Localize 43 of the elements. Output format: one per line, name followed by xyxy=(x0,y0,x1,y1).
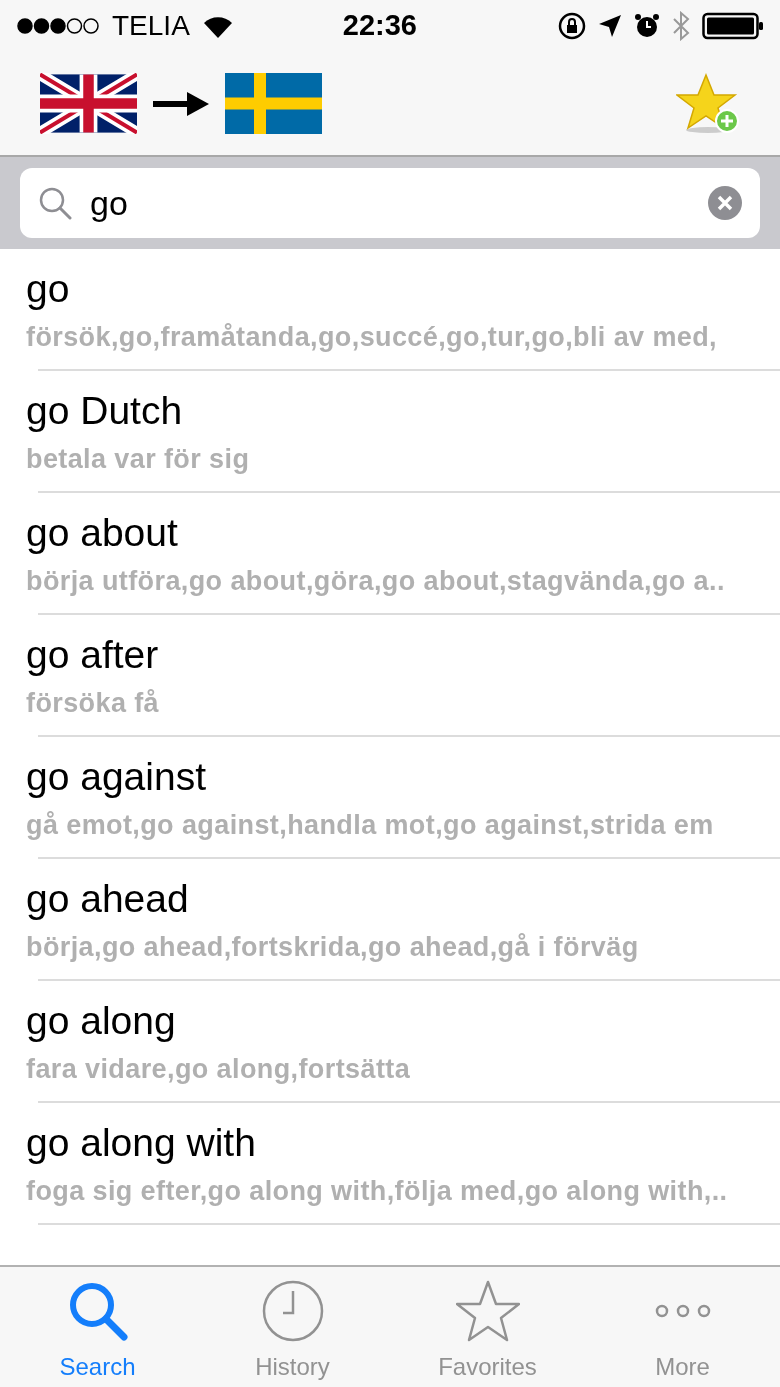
result-translation: börja,go ahead,fortskrida,go ahead,gå i förväg xyxy=(26,931,639,963)
search-icon xyxy=(38,186,72,220)
more-icon xyxy=(654,1304,711,1318)
search-field[interactable]: go xyxy=(20,168,760,238)
result-row[interactable]: go ahead börja,go ahead,fortskrida,go ahead,gå i förväg xyxy=(0,859,780,981)
result-row[interactable]: go along fara vidare,go along,fortsätta xyxy=(0,981,780,1103)
result-row[interactable]: go along with foga sig efter,go along with,följa med,go along with,.. xyxy=(0,1103,780,1225)
result-word: go about xyxy=(26,511,178,555)
arrow-icon xyxy=(153,91,209,116)
result-row[interactable]: go after försöka få xyxy=(0,615,780,737)
carrier-name: TELIA xyxy=(112,9,190,43)
result-translation: börja utföra,go about,göra,go about,stagvända,go a.. xyxy=(26,565,725,597)
result-word: go along with xyxy=(26,1121,256,1165)
result-word: go Dutch xyxy=(26,389,183,433)
result-translation: fara vidare,go along,fortsätta xyxy=(26,1053,411,1085)
result-word: go along xyxy=(26,999,176,1043)
signal-icon xyxy=(16,17,100,35)
result-word: go xyxy=(26,267,70,311)
tab[interactable]: Search xyxy=(0,1267,195,1387)
location-icon xyxy=(598,14,622,38)
star-icon xyxy=(455,1279,520,1343)
add-favorite-icon[interactable] xyxy=(676,72,740,135)
bluetooth-icon xyxy=(672,11,690,41)
result-row[interactable]: go against gå emot,go against,handla mot,go against,strida em xyxy=(0,737,780,859)
rotation-lock-icon xyxy=(558,12,586,40)
result-word: go after xyxy=(26,633,159,677)
result-translation: försöka få xyxy=(26,687,160,719)
alarm-icon xyxy=(634,13,660,39)
clear-icon[interactable] xyxy=(708,186,742,220)
result-translation: betala var för sig xyxy=(26,443,250,475)
result-translation: gå emot,go against,handla mot,go against,strida em xyxy=(26,809,714,841)
clock-time: 22:36 xyxy=(342,8,417,44)
result-translation: försök,go,framåtanda,go,succé,go,tur,go,bli av med, xyxy=(26,321,718,353)
wifi-icon xyxy=(201,14,234,38)
flag-icon[interactable] xyxy=(40,73,137,134)
clock-icon xyxy=(260,1279,325,1343)
battery-icon xyxy=(702,12,764,40)
result-row[interactable]: go about börja utföra,go about,göra,go about,stagvända,go a.. xyxy=(0,493,780,615)
result-row[interactable]: go försök,go,framåtanda,go,succé,go,tur,go,bli av med, xyxy=(0,249,780,371)
result-row[interactable]: go Dutch betala var för sig xyxy=(0,371,780,493)
result-translation: foga sig efter,go along with,följa med,go along with,.. xyxy=(26,1175,728,1207)
result-word: go against xyxy=(26,755,206,799)
result-word: go ahead xyxy=(26,877,189,921)
